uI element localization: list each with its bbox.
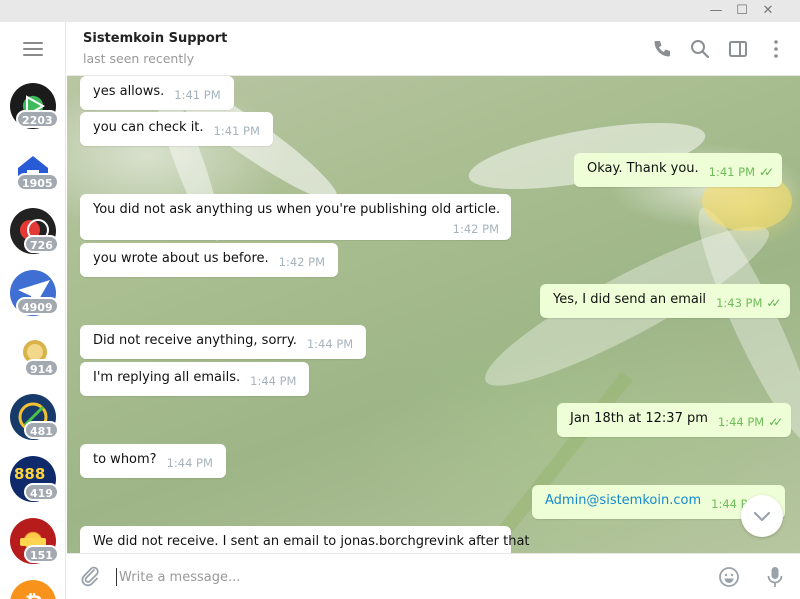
svg-text:₿: ₿ <box>25 592 43 599</box>
chat-avatar[interactable]: ₿ <box>10 580 56 599</box>
unread-badge: 1905 <box>16 173 59 191</box>
message-outgoing[interactable]: Yes, I did send an email 1:43 PM ✓✓ <box>540 284 790 318</box>
message-outgoing[interactable]: Okay. Thank you. 1:41 PM ✓✓ <box>574 153 783 187</box>
message-incoming[interactable]: We did not receive. I sent an email to j… <box>80 526 530 553</box>
message-text: Yes, I did send an email <box>553 292 707 307</box>
phone-icon[interactable] <box>649 36 675 62</box>
message-time: 1:44 PM <box>306 337 354 351</box>
unread-badge: 914 <box>24 359 59 377</box>
message-time: 1:42 PM <box>278 255 325 269</box>
message-text: you can check it. <box>93 120 204 135</box>
text-cursor <box>116 568 117 586</box>
sidebar-toggle-icon[interactable] <box>725 36 751 62</box>
message-incoming[interactable]: you wrote about us before. 1:42 PM <box>80 243 338 277</box>
message-incoming[interactable]: You did not ask anything us when you're … <box>80 194 511 240</box>
message-time: 1:42 PM <box>452 222 499 236</box>
double-check-icon: ✓✓ <box>766 296 781 310</box>
email-link[interactable]: Admin@sistemkoin.com <box>545 493 701 508</box>
unread-badge: 2203 <box>16 110 59 128</box>
more-options-icon[interactable] <box>763 36 789 62</box>
message-incoming[interactable]: to whom? 1:44 PM <box>80 444 226 478</box>
message-incoming[interactable]: you can check it. 1:41 PM <box>80 112 273 146</box>
minimize-button[interactable]: — <box>706 2 726 20</box>
message-time: 1:43 PM <box>716 296 763 310</box>
microphone-icon[interactable] <box>764 565 786 589</box>
message-time: 1:44 PM <box>717 415 765 429</box>
message-incoming[interactable]: yes allows. 1:41 PM <box>80 76 234 110</box>
close-button[interactable]: ✕ <box>758 2 778 20</box>
message-time: 1:41 PM <box>174 88 221 102</box>
message-time: 1:44 PM <box>250 374 297 388</box>
message-incoming[interactable]: Did not receive anything, sorry. 1:44 PM <box>80 325 367 359</box>
window-titlebar: — ☐ ✕ <box>0 0 800 22</box>
unread-badge: 4909 <box>16 297 59 315</box>
message-incoming[interactable]: I'm replying all emails. 1:44 PM <box>80 362 310 396</box>
chat-status: last seen recently <box>83 51 195 66</box>
message-text: you wrote about us before. <box>93 251 269 266</box>
unread-badge: 151 <box>24 545 59 563</box>
chat-title[interactable]: Sistemkoin Support <box>83 31 227 46</box>
menu-icon[interactable] <box>23 42 43 56</box>
paperclip-icon[interactable] <box>78 564 102 588</box>
bitcoin-icon: ₿ <box>25 592 43 599</box>
message-text: I'm replying all emails. <box>93 370 241 385</box>
message-text: Okay. Thank you. <box>587 161 699 176</box>
message-time: 1:41 PM <box>708 165 756 179</box>
message-time: 1:41 PM <box>213 124 260 138</box>
maximize-button[interactable]: ☐ <box>732 2 752 20</box>
message-input[interactable] <box>119 566 699 588</box>
avatar-logo-text: 888 <box>14 465 46 483</box>
chevron-down-icon <box>753 511 771 522</box>
chat-list-sidebar: 2203 1905 726 4909 914 481 888 419 151 ₿ <box>0 22 66 599</box>
message-outgoing[interactable]: Jan 18th at 12:37 pm 1:44 PM ✓✓ <box>557 403 792 437</box>
double-check-icon: ✓✓ <box>759 165 774 179</box>
scroll-down-button[interactable] <box>741 495 783 537</box>
unread-badge: 419 <box>24 483 59 501</box>
compose-bar <box>67 553 800 599</box>
message-text: to whom? <box>93 452 157 467</box>
double-check-icon: ✓✓ <box>768 415 783 429</box>
message-text: You did not ask anything us when you're … <box>93 202 501 217</box>
message-text: We did not receive. I sent an email to j… <box>93 534 530 549</box>
message-area: yes allows. 1:41 PM you can check it. 1:41… <box>67 76 800 553</box>
unread-badge: 726 <box>24 235 59 253</box>
emoji-icon[interactable] <box>718 566 740 588</box>
chat-header: Sistemkoin Support last seen recently <box>67 22 800 76</box>
message-text: yes allows. <box>93 84 165 99</box>
search-icon[interactable] <box>687 36 713 62</box>
message-time: 1:44 PM <box>166 456 213 470</box>
message-text: Jan 18th at 12:37 pm <box>570 411 708 426</box>
message-text: Did not receive anything, sorry. <box>93 333 297 348</box>
unread-badge: 481 <box>24 421 59 439</box>
